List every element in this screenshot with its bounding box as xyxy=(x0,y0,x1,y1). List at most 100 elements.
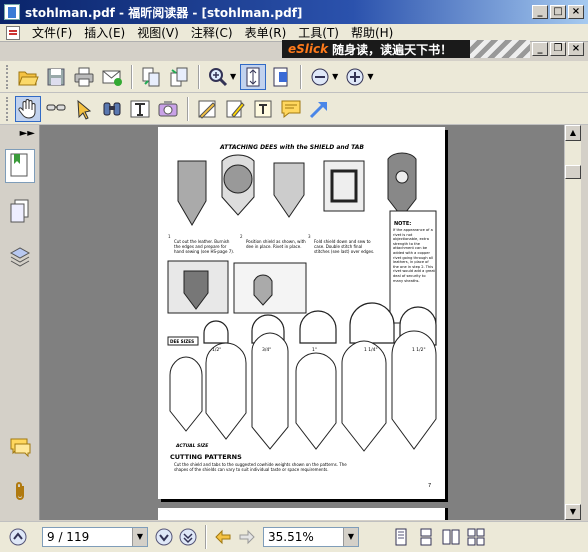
scroll-thumb[interactable] xyxy=(565,165,581,179)
zoom-in-button[interactable] xyxy=(342,64,368,90)
doc-close-button[interactable]: × xyxy=(568,42,584,56)
last-page-button[interactable] xyxy=(178,527,198,547)
page-content: ATTACHING DEES with the SHIELD and TAB 1… xyxy=(164,131,439,493)
typewriter-button[interactable] xyxy=(127,96,153,122)
extract-page-button[interactable] xyxy=(138,64,164,90)
arrow-tool-button[interactable] xyxy=(306,96,332,122)
menu-form[interactable]: 表单(R) xyxy=(239,24,293,41)
note-button[interactable] xyxy=(194,96,220,122)
zoom-out-icon xyxy=(311,68,329,85)
zoom-dropdown-arrow[interactable]: ▼ xyxy=(343,528,358,546)
zoom-level[interactable]: 35.51% xyxy=(264,530,343,544)
forward-arrow-icon xyxy=(239,529,255,545)
menu-comment[interactable]: 注释(C) xyxy=(185,24,239,41)
toolbar-grip[interactable] xyxy=(6,96,10,121)
fit-page-button[interactable] xyxy=(240,63,267,90)
open-button[interactable] xyxy=(15,64,41,90)
menu-view[interactable]: 视图(V) xyxy=(131,24,185,41)
footer-text: Cut the shield and tabs to the suggested… xyxy=(174,462,347,472)
layers-tab[interactable] xyxy=(5,239,35,273)
page-heading: ATTACHING DEES with the SHIELD and TAB xyxy=(219,144,364,151)
open-icon xyxy=(18,71,39,85)
page-illustration: ATTACHING DEES with the SHIELD and TAB 1… xyxy=(167,144,437,489)
zoom-in-dropdown-arrow[interactable]: ▼ xyxy=(367,72,373,81)
document-window-buttons: _ ❐ × xyxy=(530,42,584,56)
menu-help[interactable]: 帮助(H) xyxy=(345,24,399,41)
insert-page-button[interactable] xyxy=(166,64,192,90)
zoom-combo[interactable]: 35.51% ▼ xyxy=(263,527,359,547)
toolbar-separator xyxy=(300,64,302,89)
vertical-scrollbar[interactable]: ▲ ▼ xyxy=(564,125,581,520)
document-view[interactable]: ATTACHING DEES with the SHIELD and TAB 1… xyxy=(40,125,564,520)
bookmarks-tab[interactable] xyxy=(5,149,35,183)
highlight-button[interactable] xyxy=(222,96,248,122)
ad-stripe xyxy=(470,40,530,58)
print-button[interactable] xyxy=(71,64,97,90)
close-button[interactable]: × xyxy=(568,5,584,19)
page-indicator[interactable]: 9 / 119 xyxy=(43,530,132,544)
facing-view-button[interactable] xyxy=(440,526,462,548)
next-page-button[interactable] xyxy=(154,527,174,547)
step3-text: Fold shield down and sew to case. Double… xyxy=(314,239,375,254)
continuous-page-icon xyxy=(420,528,432,546)
dee-size-label: 3/4" xyxy=(262,347,271,353)
zoom-out-button[interactable] xyxy=(307,64,333,90)
find-button[interactable] xyxy=(99,96,125,122)
doc-restore-button[interactable]: ❐ xyxy=(550,42,566,56)
comments-tab[interactable] xyxy=(5,430,35,464)
continuous-facing-view-button[interactable] xyxy=(465,526,487,548)
zoom-button[interactable] xyxy=(205,64,231,90)
document-icon[interactable] xyxy=(6,25,20,40)
comment-button[interactable] xyxy=(278,96,304,122)
paperclip-icon xyxy=(16,482,24,500)
collapse-panel-button[interactable]: ►► xyxy=(20,128,35,139)
fit-page-icon xyxy=(246,67,260,86)
status-bar: 9 / 119 ▼ 35.51% ▼ xyxy=(0,521,588,552)
pdf-page: ATTACHING DEES with the SHIELD and TAB 1… xyxy=(158,127,445,499)
scroll-up-button[interactable]: ▲ xyxy=(565,125,581,141)
note-icon xyxy=(198,100,216,119)
maximize-button[interactable]: □ xyxy=(550,5,566,19)
continuous-facing-icon xyxy=(467,528,485,546)
go-back-button[interactable] xyxy=(213,527,233,547)
page-number-combo[interactable]: 9 / 119 ▼ xyxy=(42,527,148,547)
first-page-button[interactable] xyxy=(8,527,28,547)
single-page-view-button[interactable] xyxy=(390,526,412,548)
zoom-out-dropdown-arrow[interactable]: ▼ xyxy=(332,72,338,81)
fit-width-button[interactable] xyxy=(268,64,294,90)
select-text-button[interactable] xyxy=(43,96,69,122)
doc-minimize-button[interactable]: _ xyxy=(532,42,548,56)
arrow-icon xyxy=(309,101,327,118)
scroll-down-button[interactable]: ▼ xyxy=(565,504,581,520)
textbox-button[interactable] xyxy=(250,96,276,122)
toolbar-separator xyxy=(198,64,199,89)
pages-tab[interactable] xyxy=(5,195,35,229)
minimize-button[interactable]: _ xyxy=(532,5,548,19)
dee-size-label: 1 1/4" xyxy=(364,347,378,353)
attachments-tab[interactable] xyxy=(5,475,35,509)
hand-tool-button[interactable] xyxy=(15,95,41,122)
page-dropdown-arrow[interactable]: ▼ xyxy=(132,528,147,546)
zoom-icon xyxy=(209,67,228,86)
save-button[interactable] xyxy=(43,64,69,90)
ad-text: 随身读，读遍天下书！ xyxy=(332,42,453,57)
highlight-icon xyxy=(226,100,245,118)
hand-icon xyxy=(18,98,36,119)
menu-file[interactable]: 文件(F) xyxy=(26,24,78,41)
menu-tools[interactable]: 工具(T) xyxy=(292,24,345,41)
next-pdf-page xyxy=(158,508,445,520)
email-button[interactable] xyxy=(99,64,125,90)
continuous-view-button[interactable] xyxy=(415,526,437,548)
select-button[interactable] xyxy=(71,96,97,122)
zoom-dropdown-arrow[interactable]: ▼ xyxy=(230,72,236,81)
bookmarks-icon xyxy=(10,153,28,177)
menu-insert[interactable]: 插入(E) xyxy=(78,24,131,41)
ad-banner[interactable]: eSlick 随身读，读遍天下书！ xyxy=(282,40,530,58)
last-page-icon xyxy=(179,528,197,546)
app-icon xyxy=(4,4,20,20)
go-forward-button[interactable] xyxy=(237,527,257,547)
toolbar-grip[interactable] xyxy=(6,64,10,89)
snapshot-button[interactable] xyxy=(155,96,181,122)
snapshot-icon xyxy=(158,100,178,116)
